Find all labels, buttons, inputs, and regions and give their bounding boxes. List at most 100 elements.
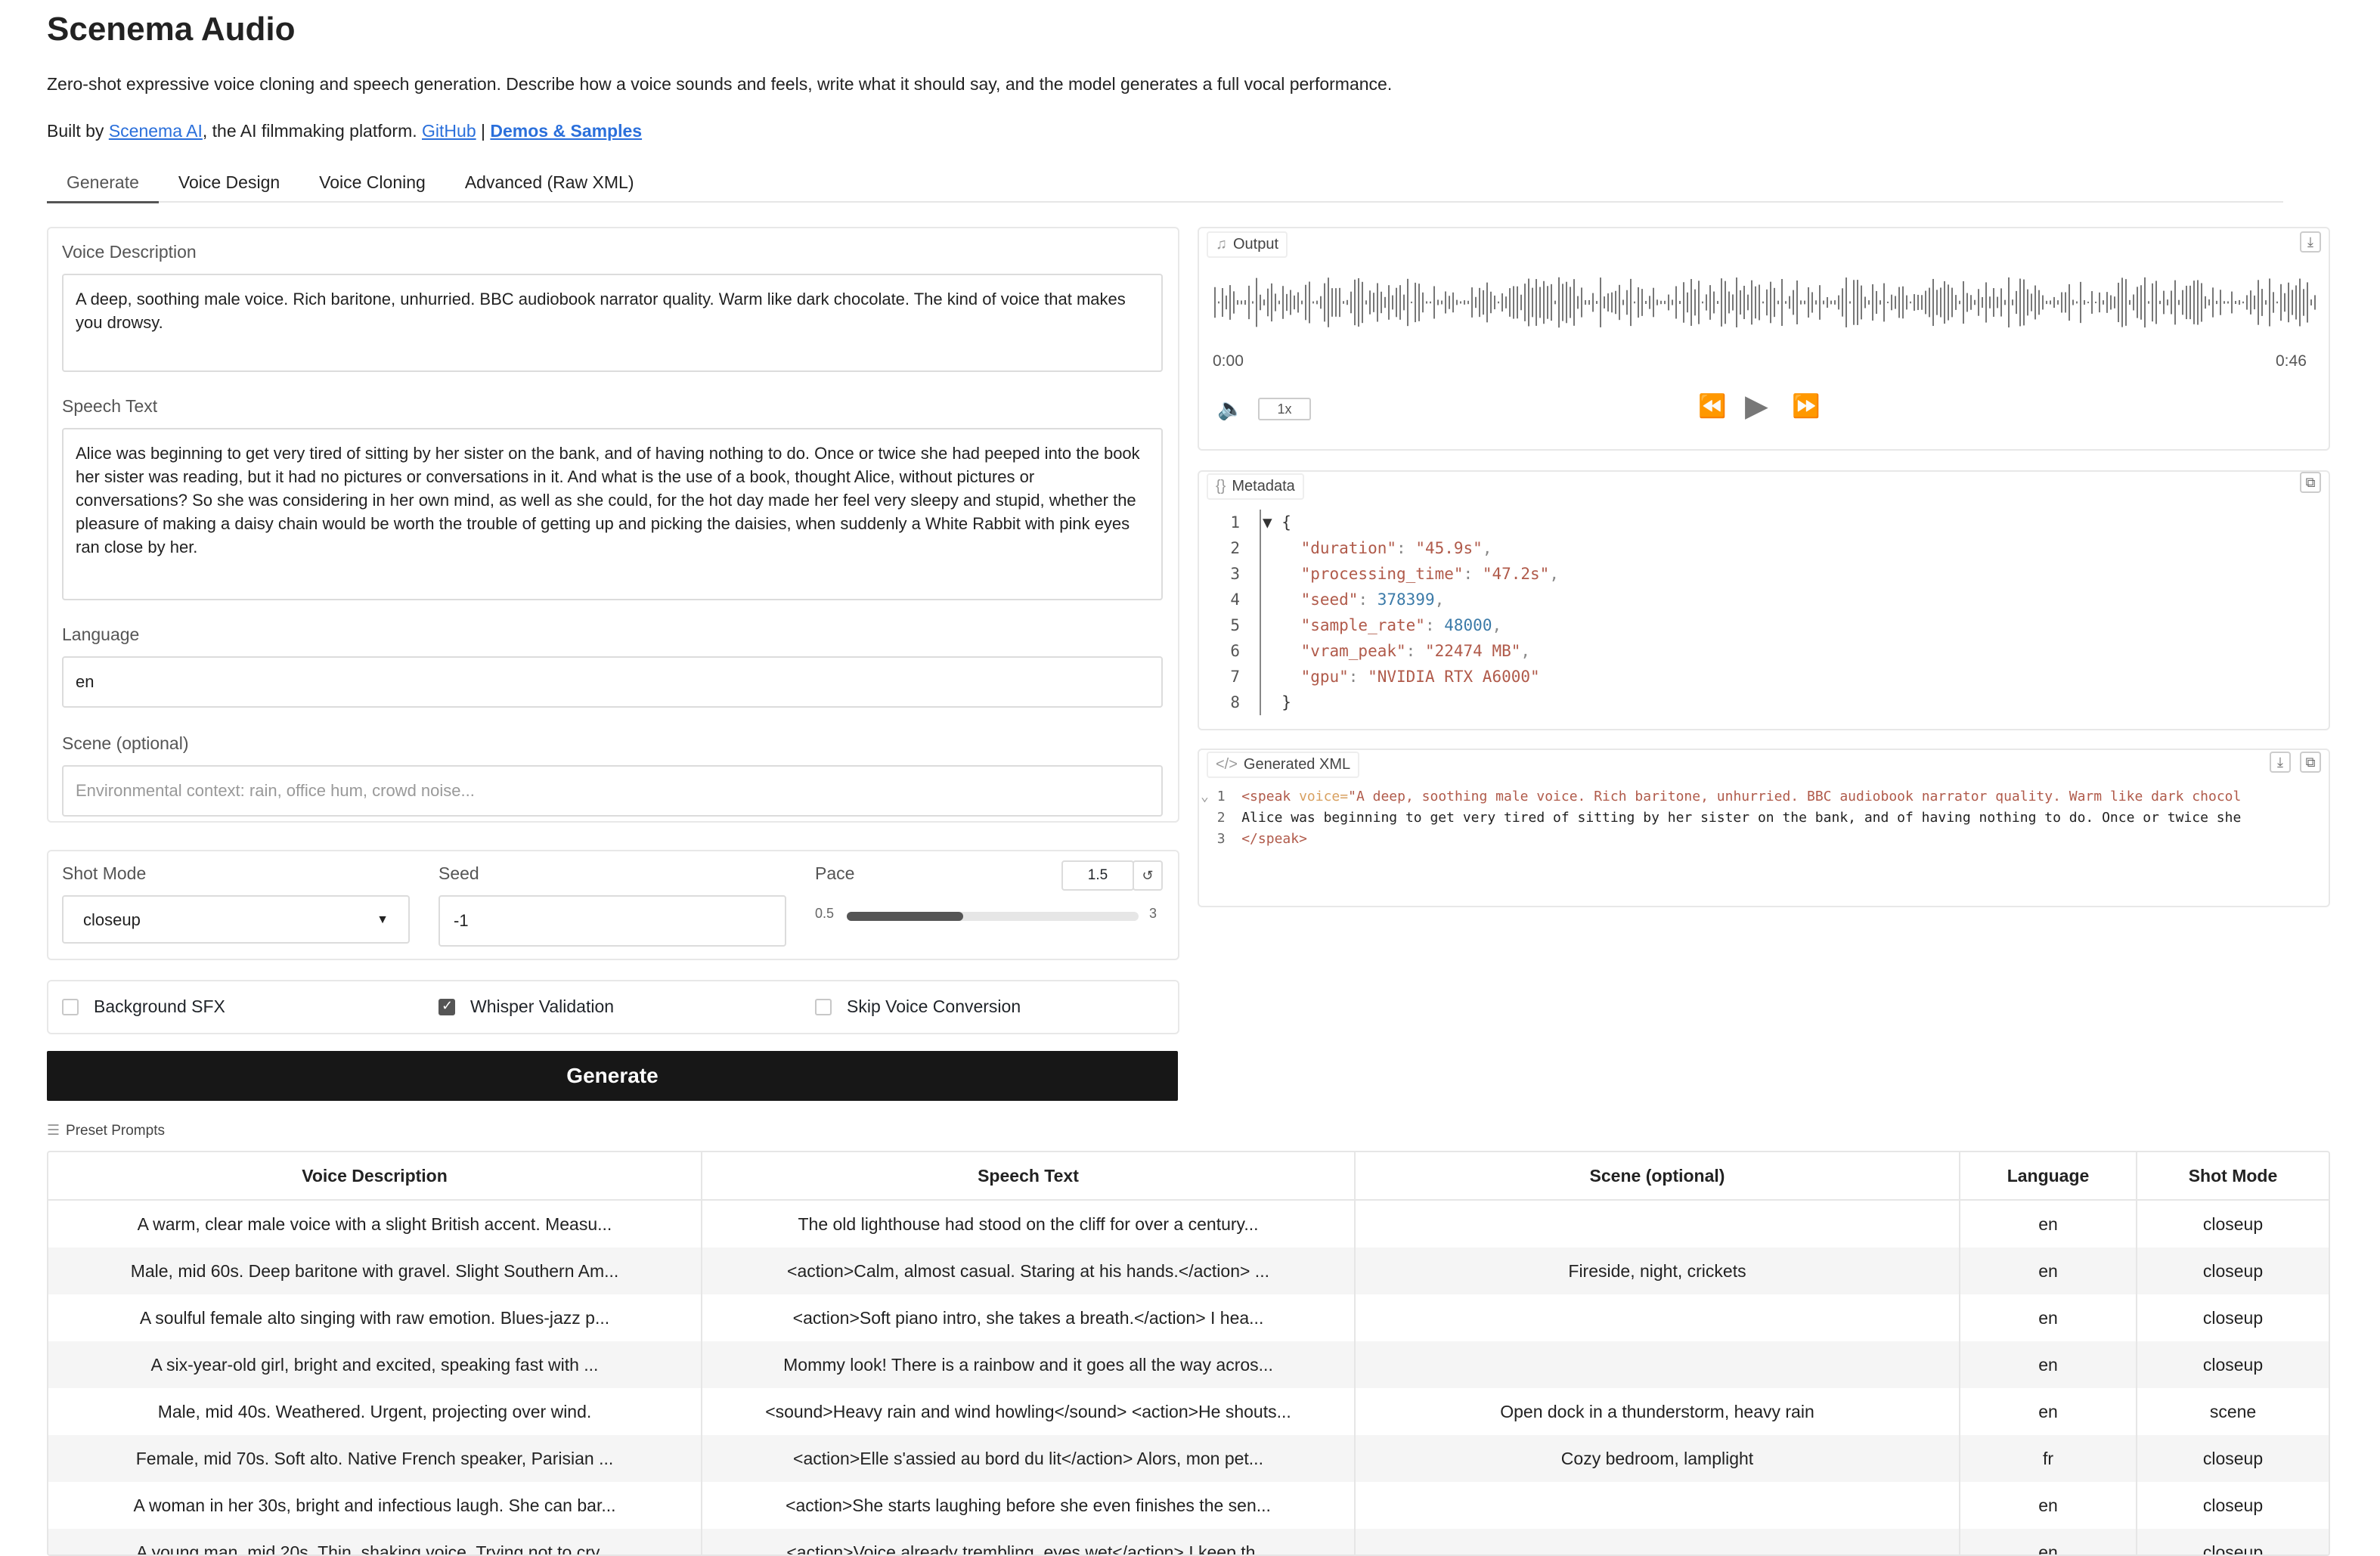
voice-description-cell[interactable]: A six-year-old girl, bright and excited,… bbox=[48, 1341, 702, 1388]
rewind-icon[interactable]: ⏪ bbox=[1698, 393, 1726, 420]
shot-mode-cell[interactable]: closeup bbox=[2137, 1200, 2329, 1248]
scene-cell[interactable] bbox=[1355, 1200, 1960, 1248]
waveform-bar bbox=[1498, 301, 1499, 304]
shot-mode-cell[interactable]: closeup bbox=[2137, 1248, 2329, 1294]
language-cell[interactable]: en bbox=[1960, 1341, 2137, 1388]
language-cell[interactable]: fr bbox=[1960, 1435, 2137, 1482]
waveform-bar bbox=[1887, 301, 1889, 304]
table-row[interactable]: A woman in her 30s, bright and infectiou… bbox=[48, 1482, 2329, 1529]
speech-text-cell[interactable]: <action>Voice already trembling, eyes we… bbox=[702, 1529, 1356, 1554]
seed-input[interactable]: -1 bbox=[439, 895, 786, 947]
generate-button[interactable]: Generate bbox=[47, 1051, 1178, 1101]
waveform-bar bbox=[1740, 290, 1741, 315]
background-sfx-checkbox[interactable] bbox=[62, 998, 79, 1015]
language-cell[interactable]: en bbox=[1960, 1482, 2137, 1529]
scene-cell[interactable]: Fireside, night, crickets bbox=[1355, 1248, 1960, 1294]
voice-description-cell[interactable]: A warm, clear male voice with a slight B… bbox=[48, 1200, 702, 1248]
tab-voice-cloning[interactable]: Voice Cloning bbox=[299, 165, 445, 201]
table-row[interactable]: A soulful female alto singing with raw e… bbox=[48, 1294, 2329, 1341]
table-row[interactable]: A six-year-old girl, bright and excited,… bbox=[48, 1341, 2329, 1388]
tab-voice-design[interactable]: Voice Design bbox=[159, 165, 299, 201]
shot-mode-cell[interactable]: closeup bbox=[2137, 1529, 2329, 1554]
language-input[interactable]: en bbox=[62, 656, 1163, 708]
audio-waveform[interactable] bbox=[1213, 266, 2316, 339]
github-link[interactable]: GitHub bbox=[422, 121, 476, 141]
waveform-bar bbox=[1653, 287, 1654, 318]
reset-icon[interactable]: ↺ bbox=[1133, 860, 1163, 891]
xml-copy-icon[interactable]: ⧉ bbox=[2300, 752, 2321, 773]
volume-icon[interactable]: 🔈 bbox=[1217, 396, 1244, 421]
waveform-bar bbox=[2193, 281, 2195, 324]
waveform-bar bbox=[1532, 287, 1533, 318]
scene-cell[interactable]: Open dock in a thunderstorm, heavy rain bbox=[1355, 1388, 1960, 1435]
scene-cell[interactable]: Cozy bedroom, lamplight bbox=[1355, 1435, 1960, 1482]
speech-text-cell[interactable]: <action>She starts laughing before she e… bbox=[702, 1482, 1356, 1529]
whisper-validation-option[interactable]: Whisper Validation bbox=[439, 997, 614, 1017]
skip-voice-conversion-checkbox[interactable] bbox=[815, 998, 832, 1015]
shot-mode-cell[interactable]: closeup bbox=[2137, 1435, 2329, 1482]
language-cell[interactable]: en bbox=[1960, 1248, 2137, 1294]
waveform-bar bbox=[1781, 279, 1783, 326]
speech-text-cell[interactable]: <action>Soft piano intro, she takes a br… bbox=[702, 1294, 1356, 1341]
waveform-bar bbox=[1622, 299, 1624, 305]
column-header-voice-description[interactable]: Voice Description bbox=[48, 1152, 702, 1201]
demos-samples-link[interactable]: Demos & Samples bbox=[490, 121, 642, 141]
speech-text-cell[interactable]: <action>Elle s'assied au bord du lit</ac… bbox=[702, 1435, 1356, 1482]
download-icon[interactable]: ⤓ bbox=[2300, 231, 2321, 253]
fast-forward-icon[interactable]: ⏩ bbox=[1792, 393, 1820, 420]
waveform-bar bbox=[1830, 300, 1832, 305]
speech-text-cell[interactable]: <sound>Heavy rain and wind howling</soun… bbox=[702, 1388, 1356, 1435]
pace-number-input[interactable]: 1.5 bbox=[1061, 860, 1134, 891]
column-header-language[interactable]: Language bbox=[1960, 1152, 2137, 1201]
copy-icon[interactable]: ⧉ bbox=[2300, 472, 2321, 493]
voice-description-cell[interactable]: Male, mid 60s. Deep baritone with gravel… bbox=[48, 1248, 702, 1294]
shot-mode-cell[interactable]: closeup bbox=[2137, 1482, 2329, 1529]
xml-download-icon[interactable]: ⤓ bbox=[2270, 752, 2291, 773]
language-cell[interactable]: en bbox=[1960, 1200, 2137, 1248]
playback-speed-button[interactable]: 1x bbox=[1258, 398, 1311, 420]
speech-text-input[interactable]: Alice was beginning to get very tired of… bbox=[62, 428, 1163, 600]
column-header-speech-text[interactable]: Speech Text bbox=[702, 1152, 1356, 1201]
pace-slider[interactable] bbox=[847, 912, 1139, 921]
shot-mode-cell[interactable]: scene bbox=[2137, 1388, 2329, 1435]
language-cell[interactable]: en bbox=[1960, 1294, 2137, 1341]
shot-mode-cell[interactable]: closeup bbox=[2137, 1294, 2329, 1341]
voice-description-cell[interactable]: A woman in her 30s, bright and infectiou… bbox=[48, 1482, 702, 1529]
waveform-bar bbox=[1226, 295, 1227, 310]
play-icon[interactable]: ▶ bbox=[1745, 389, 1768, 423]
speech-text-cell[interactable]: Mommy look! There is a rainbow and it go… bbox=[702, 1341, 1356, 1388]
whisper-validation-checkbox[interactable] bbox=[439, 998, 455, 1015]
table-row[interactable]: Male, mid 40s. Weathered. Urgent, projec… bbox=[48, 1388, 2329, 1435]
column-header-scene[interactable]: Scene (optional) bbox=[1355, 1152, 1960, 1201]
waveform-bar bbox=[2076, 301, 2078, 304]
tab-advanced-raw-xml[interactable]: Advanced (Raw XML) bbox=[445, 165, 654, 201]
voice-description-cell[interactable]: Male, mid 40s. Weathered. Urgent, projec… bbox=[48, 1388, 702, 1435]
waveform-bar bbox=[1827, 296, 1828, 308]
table-row[interactable]: Male, mid 60s. Deep baritone with gravel… bbox=[48, 1248, 2329, 1294]
skip-voice-conversion-option[interactable]: Skip Voice Conversion bbox=[815, 997, 1021, 1017]
language-cell[interactable]: en bbox=[1960, 1529, 2137, 1554]
tab-generate[interactable]: Generate bbox=[47, 165, 159, 203]
table-row[interactable]: A warm, clear male voice with a slight B… bbox=[48, 1200, 2329, 1248]
language-cell[interactable]: en bbox=[1960, 1388, 2137, 1435]
shot-mode-select[interactable]: closeup ▼ bbox=[62, 895, 410, 944]
scene-cell[interactable] bbox=[1355, 1294, 1960, 1341]
voice-description-cell[interactable]: Female, mid 70s. Soft alto. Native Frenc… bbox=[48, 1435, 702, 1482]
voice-description-cell[interactable]: A soulful female alto singing with raw e… bbox=[48, 1294, 702, 1341]
shot-mode-cell[interactable]: closeup bbox=[2137, 1341, 2329, 1388]
scene-cell[interactable] bbox=[1355, 1482, 1960, 1529]
background-sfx-option[interactable]: Background SFX bbox=[62, 997, 225, 1017]
voice-description-cell[interactable]: A young man, mid 20s. Thin, shaking voic… bbox=[48, 1529, 702, 1554]
voice-description-input[interactable]: A deep, soothing male voice. Rich barito… bbox=[62, 274, 1163, 372]
collapse-arrow-icon[interactable]: ▼ bbox=[1263, 513, 1281, 532]
table-row[interactable]: A young man, mid 20s. Thin, shaking voic… bbox=[48, 1529, 2329, 1554]
speech-text-cell[interactable]: The old lighthouse had stood on the clif… bbox=[702, 1200, 1356, 1248]
column-header-shot-mode[interactable]: Shot Mode bbox=[2137, 1152, 2329, 1201]
scene-cell[interactable] bbox=[1355, 1529, 1960, 1554]
scene-cell[interactable] bbox=[1355, 1341, 1960, 1388]
speech-text-cell[interactable]: <action>Calm, almost casual. Staring at … bbox=[702, 1248, 1356, 1294]
scene-input[interactable]: Environmental context: rain, office hum,… bbox=[62, 765, 1163, 817]
waveform-bar bbox=[1358, 277, 1359, 327]
scenema-ai-link[interactable]: Scenema AI bbox=[109, 121, 203, 141]
table-row[interactable]: Female, mid 70s. Soft alto. Native Frenc… bbox=[48, 1435, 2329, 1482]
